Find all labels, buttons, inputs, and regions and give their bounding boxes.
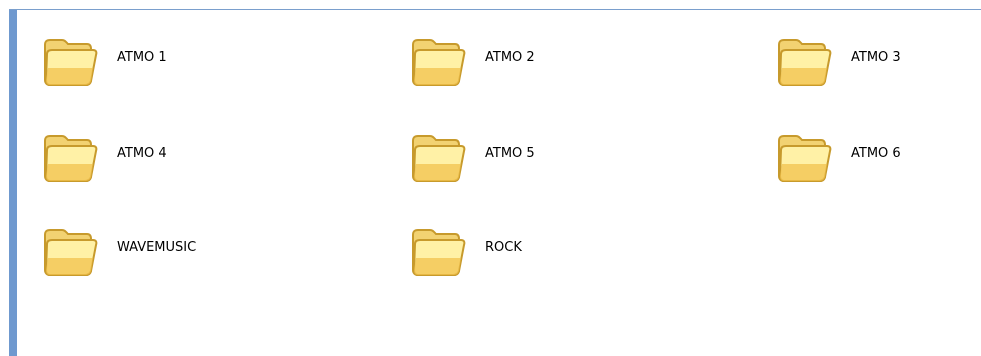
- folder-label: ATMO 2: [485, 50, 535, 65]
- folder-item-atmo-6[interactable]: ATMO 6: [769, 126, 969, 190]
- folder-icon: [403, 220, 467, 284]
- folder-label: WAVEMUSIC: [117, 240, 197, 255]
- folder-item-wavemusic[interactable]: WAVEMUSIC: [35, 220, 295, 284]
- task-pane-edge: [9, 10, 17, 356]
- folder-label: ATMO 3: [851, 50, 901, 65]
- left-margin: [0, 0, 9, 356]
- folder-icon: [403, 30, 467, 94]
- folder-item-atmo-3[interactable]: ATMO 3: [769, 30, 969, 94]
- folder-icon: [769, 126, 833, 190]
- folder-label: ROCK: [485, 240, 522, 255]
- folder-label: ATMO 5: [485, 146, 535, 161]
- folder-item-atmo-4[interactable]: ATMO 4: [35, 126, 295, 190]
- folder-icon: [35, 220, 99, 284]
- folder-icon: [769, 30, 833, 94]
- folder-icon: [35, 126, 99, 190]
- folder-item-atmo-5[interactable]: ATMO 5: [403, 126, 663, 190]
- folder-item-atmo-1[interactable]: ATMO 1: [35, 30, 295, 94]
- folder-icon: [35, 30, 99, 94]
- folder-item-rock[interactable]: ROCK: [403, 220, 663, 284]
- folder-icon: [403, 126, 467, 190]
- folder-item-atmo-2[interactable]: ATMO 2: [403, 30, 663, 94]
- folder-label: ATMO 1: [117, 50, 167, 65]
- folder-label: ATMO 4: [117, 146, 167, 161]
- folder-label: ATMO 6: [851, 146, 901, 161]
- folder-view: ATMO 1 ATMO 2 ATMO 3 ATMO 4 ATMO 5 ATMO …: [17, 10, 981, 356]
